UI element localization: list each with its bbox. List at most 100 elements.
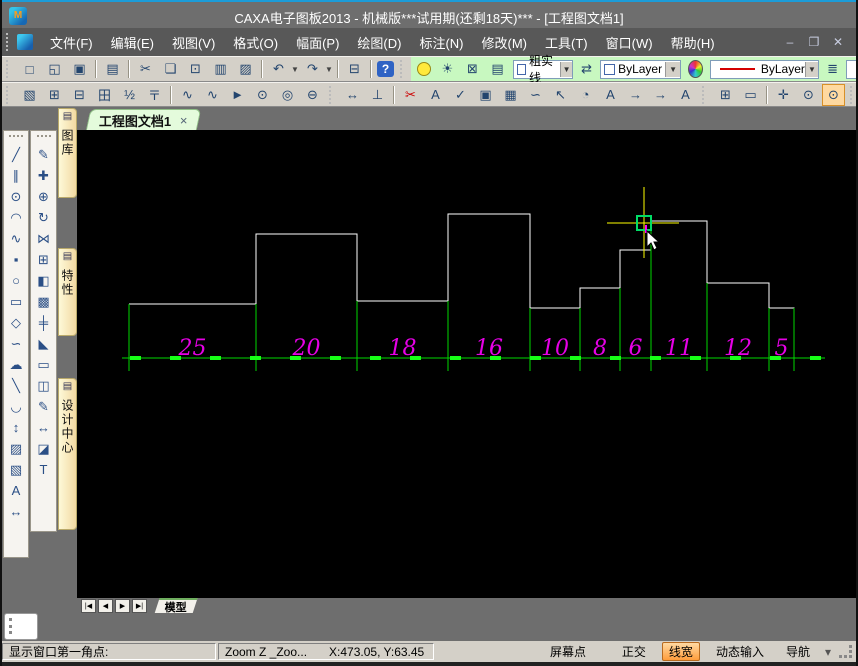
menu-item-N[interactable]: 标注(N) (410, 32, 472, 55)
restore-icon[interactable]: ❐ (806, 35, 822, 49)
toolbar-grip[interactable] (702, 85, 709, 104)
pan-icon[interactable]: ✛ (772, 84, 795, 106)
block-icon[interactable]: ▧ (6, 459, 26, 480)
spline-icon[interactable]: ∿ (6, 228, 26, 249)
extend-box-icon[interactable]: ▭ (34, 354, 54, 375)
break-line-icon[interactable]: ∿ (201, 84, 224, 106)
shape-group-icon[interactable]: ⊙ (251, 84, 274, 106)
document-tab[interactable]: 工程图文档1 × (85, 109, 202, 131)
ellipse-icon[interactable]: ○ (6, 270, 26, 291)
print-icon[interactable]: ▤ (101, 58, 124, 80)
break-icon[interactable]: ╪ (34, 312, 54, 333)
open-file-icon[interactable]: ◱ (43, 58, 66, 80)
last-sheet-button[interactable]: ▶| (132, 598, 147, 613)
linewidth-dropdown[interactable]: ByL (846, 59, 856, 79)
align-arrow-icon[interactable]: → (624, 84, 647, 106)
sketch-edit-icon[interactable]: ✎ (34, 144, 54, 165)
chamfer-icon[interactable]: ◣ (34, 333, 54, 354)
side-tab-设计中心[interactable]: ▤ 设计中心 (58, 378, 77, 530)
resize-grip[interactable] (839, 645, 852, 658)
help-icon[interactable]: ? (377, 61, 394, 77)
undo-dropdown-arrow[interactable]: ▼ (291, 65, 300, 74)
menu-item-D[interactable]: 绘图(D) (348, 32, 410, 55)
title-table-icon[interactable]: 〒 (143, 84, 166, 106)
color-dropdown[interactable]: ByLayer ▼ (600, 59, 682, 79)
axis-line-icon[interactable]: ↕ (6, 417, 26, 438)
solid-view-icon[interactable]: ◫ (34, 375, 54, 396)
cut-icon[interactable]: ✂ (134, 58, 157, 80)
construction-line-icon[interactable]: ╲ (6, 375, 26, 396)
menu-item-F[interactable]: 文件(F) (41, 32, 102, 55)
zoom-icon[interactable]: ⊙ (797, 84, 820, 106)
toolbar-grip[interactable] (9, 135, 23, 141)
linestyle-dropdown-arrow[interactable]: ▼ (560, 61, 573, 77)
menu-item-V[interactable]: 视图(V) (163, 32, 224, 55)
menu-item-M[interactable]: 修改(M) (473, 32, 537, 55)
toolbar-grip[interactable] (36, 135, 51, 141)
parallel-line-icon[interactable]: ∥ (6, 165, 26, 186)
dimension-edit-icon[interactable]: ✎ (34, 396, 54, 417)
window-split-icon[interactable]: ⊟ (68, 84, 91, 106)
toggle-动态输入[interactable]: 动态输入 (710, 643, 770, 660)
view-manager-icon[interactable]: ⊞ (714, 84, 737, 106)
toggle-导航[interactable]: 导航 (780, 643, 816, 660)
side-tab-图库[interactable]: ▤ 图库 (58, 108, 77, 198)
toolbar-grip[interactable] (329, 85, 336, 104)
toggle-正交[interactable]: 正交 (616, 643, 652, 660)
close-icon[interactable]: ✕ (830, 35, 846, 49)
linetype-dropdown-arrow[interactable]: ▼ (804, 61, 819, 77)
trim-red-icon[interactable]: ✂ (399, 84, 422, 106)
move-icon[interactable]: ✚ (34, 165, 54, 186)
point-icon[interactable]: ▪ (6, 249, 26, 270)
circle-icon[interactable]: ⊙ (6, 186, 26, 207)
menu-item-O[interactable]: 格式(O) (224, 32, 287, 55)
toolbar-grip[interactable] (400, 60, 407, 78)
arc-icon[interactable]: ◠ (6, 207, 26, 228)
check-mark-icon[interactable]: ✓ (449, 84, 472, 106)
window-fit-icon[interactable]: ⊞ (43, 84, 66, 106)
insert-ole-object-icon[interactable]: ⊟ (343, 58, 366, 80)
paste-icon[interactable]: ▥ (209, 58, 232, 80)
section-view-icon[interactable]: ⊖ (301, 84, 324, 106)
copy-object-icon[interactable]: ⊕ (34, 186, 54, 207)
strike-text-icon[interactable]: A (599, 84, 622, 106)
screen-point-selector[interactable]: 屏幕点 (544, 643, 592, 660)
layer-freeze-icon[interactable]: ☀ (436, 58, 459, 80)
line-icon[interactable]: ╱ (6, 144, 26, 165)
undo-icon[interactable]: ↶ (267, 58, 290, 80)
new-file-icon[interactable]: □ (18, 58, 41, 80)
next-sheet-button[interactable]: ▶ (115, 598, 130, 613)
command-palette-box[interactable] (4, 613, 38, 640)
zoom-window-icon[interactable]: ⊙ (822, 83, 845, 106)
copy-icon[interactable]: ❏ (159, 58, 182, 80)
dimension-chain-icon[interactable]: ↔ (34, 417, 54, 438)
fraction-text-icon[interactable]: ½ (118, 84, 141, 106)
table-icon[interactable]: 田 (93, 84, 116, 106)
menu-item-E[interactable]: 编辑(E) (102, 32, 163, 55)
mirror-icon[interactable]: ⋈ (34, 228, 54, 249)
redo-dropdown-arrow[interactable]: ▼ (325, 65, 334, 74)
rotate-icon[interactable]: ↻ (34, 207, 54, 228)
toggle-线宽[interactable]: 线宽 (661, 642, 700, 661)
hatch-icon[interactable]: ▨ (6, 438, 26, 459)
toolbar-grip[interactable] (6, 85, 13, 104)
menubar-grip[interactable] (6, 33, 13, 51)
text-icon[interactable]: A (6, 480, 26, 501)
contour-icon[interactable]: ◡ (6, 396, 26, 417)
stretch-icon[interactable]: ▩ (34, 291, 54, 312)
layer-settings-icon[interactable]: ⇄ (577, 58, 596, 80)
curve-icon[interactable]: ∽ (6, 333, 26, 354)
tolerance-icon[interactable]: A (674, 84, 697, 106)
leader-text-icon[interactable]: A (424, 84, 447, 106)
linear-dimension-icon[interactable]: ↔ (341, 84, 364, 106)
first-sheet-button[interactable]: |◀ (81, 598, 96, 613)
measure-ruler-icon[interactable]: ▭ (739, 84, 762, 106)
color-dropdown-arrow[interactable]: ▼ (665, 61, 681, 77)
layer-on-icon[interactable] (417, 62, 431, 76)
color-wheel-icon[interactable] (688, 60, 704, 78)
move-text-icon[interactable]: → (649, 84, 672, 106)
menu-item-P[interactable]: 幅面(P) (287, 32, 348, 55)
toolbar-grip[interactable] (850, 85, 856, 104)
overlap-order-icon[interactable]: ◧ (34, 270, 54, 291)
dimension-icon[interactable]: ↔ (6, 501, 26, 522)
